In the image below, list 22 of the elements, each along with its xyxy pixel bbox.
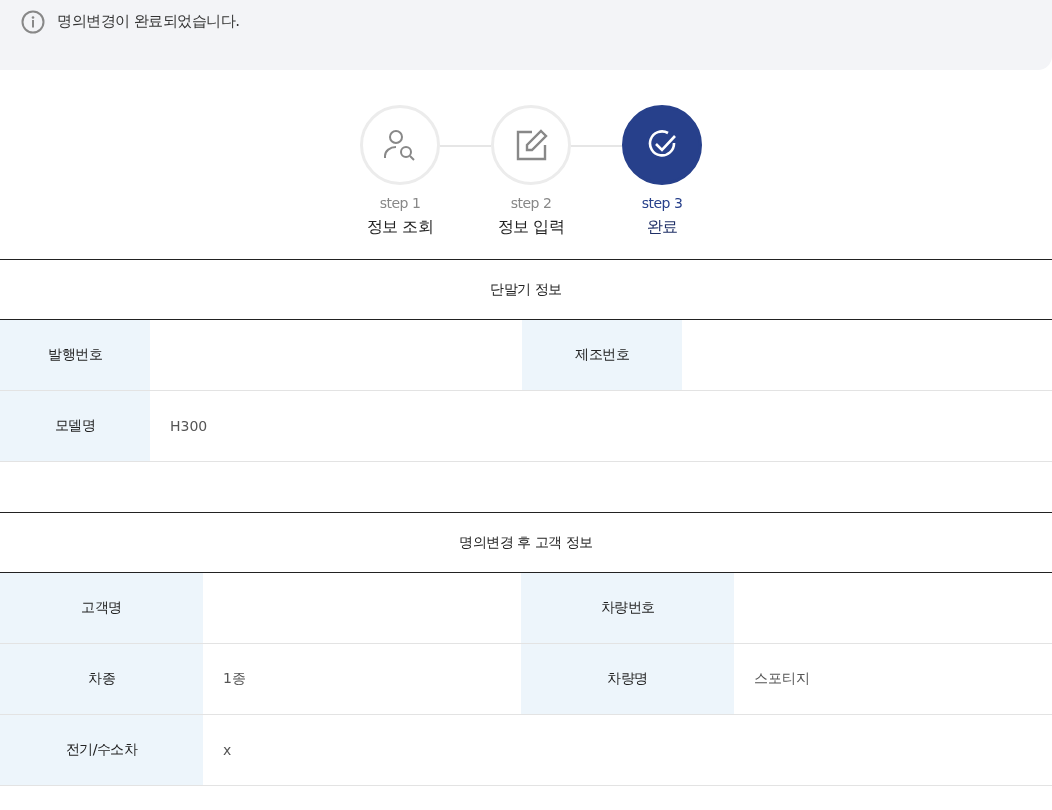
step-number: step 1 <box>379 195 421 211</box>
notice-text: 명의변경이 완료되었습니다. <box>57 11 240 32</box>
step-label: 완료 <box>646 217 678 238</box>
step-number: step 2 <box>510 195 552 211</box>
field-value: 스포티지 <box>754 670 810 688</box>
user-search-icon <box>383 128 417 162</box>
field-value: x <box>223 742 232 758</box>
field-label: 전기/수소차 <box>0 715 203 785</box>
step-label: 정보 입력 <box>497 217 565 238</box>
field-label: 차량번호 <box>521 573 734 643</box>
field-value: H300 <box>170 418 208 434</box>
field-label: 발행번호 <box>0 320 150 390</box>
edit-icon <box>514 128 548 162</box>
step-number: step 3 <box>641 195 683 211</box>
field-label: 차량명 <box>521 644 734 714</box>
field-label: 제조번호 <box>522 320 682 390</box>
field-value: 1종 <box>223 670 246 688</box>
field-label: 고객명 <box>0 573 203 643</box>
field-label: 차종 <box>0 644 203 714</box>
field-label: 모델명 <box>0 391 150 461</box>
info-icon <box>21 10 45 34</box>
step-label: 정보 조회 <box>366 217 434 238</box>
